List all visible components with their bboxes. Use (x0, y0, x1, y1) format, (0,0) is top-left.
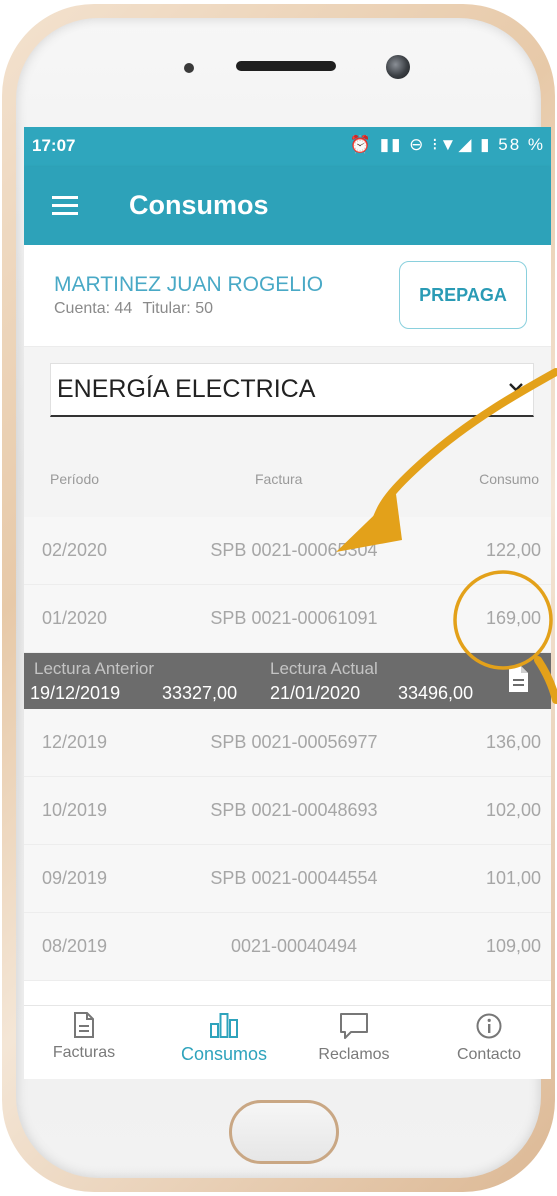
account-details: Cuenta: 44 Titular: 50 (54, 300, 219, 318)
nav-label: Reclamos (318, 1046, 390, 1063)
previous-reading-value: 33327,00 (162, 683, 238, 703)
chat-bubble-icon (340, 1013, 368, 1039)
prepaga-button[interactable]: PREPAGA (399, 261, 527, 329)
row-consumption: 122,00 (485, 540, 541, 560)
row-invoice: SPB 0021-00065304 (210, 540, 378, 560)
nav-facturas[interactable]: Facturas (24, 1012, 144, 1076)
row-invoice: 0021-00040494 (230, 936, 358, 956)
status-bar: 17:07 ⏰ ▮▮ ⊖ ⁝▼◢ ▮ 58 % (24, 127, 551, 167)
row-invoice: SPB 0021-00056977 (210, 732, 378, 752)
table-row[interactable]: 02/2020 SPB 0021-00065304 122,00 (24, 517, 551, 585)
nav-label: Contacto (456, 1046, 522, 1063)
row-period: 08/2019 (42, 936, 108, 956)
info-icon (476, 1013, 502, 1039)
row-invoice: SPB 0021-00048693 (210, 800, 378, 820)
row-period: 09/2019 (42, 868, 108, 888)
nav-contacto[interactable]: Contacto (429, 1012, 549, 1076)
service-dropdown[interactable]: ENERGÍA ELECTRICA (50, 363, 534, 417)
app-screen: 17:07 ⏰ ▮▮ ⊖ ⁝▼◢ ▮ 58 % Consumos MARTINE… (24, 127, 551, 1079)
bar-chart-icon (210, 1013, 238, 1038)
invoice-icon (74, 1012, 94, 1038)
front-camera (386, 55, 410, 79)
consumption-table: 02/2020 SPB 0021-00065304 122,00 01/2020… (24, 517, 551, 981)
nav-consumos[interactable]: Consumos (164, 1012, 284, 1076)
previous-reading-label: Lectura Anterior (34, 659, 155, 678)
row-period: 01/2020 (42, 608, 108, 628)
service-selected-value: ENERGÍA ELECTRICA (57, 375, 316, 403)
row-consumption: 102,00 (485, 800, 541, 820)
document-icon[interactable] (507, 665, 529, 693)
row-consumption: 136,00 (485, 732, 541, 752)
service-section: ENERGÍA ELECTRICA (24, 347, 551, 417)
account-header: MARTINEZ JUAN ROGELIO Cuenta: 44 Titular… (24, 245, 551, 347)
column-header-consumption: Consumo (479, 471, 539, 487)
row-consumption: 101,00 (485, 868, 541, 888)
current-reading-label: Lectura Actual (270, 659, 378, 678)
page-title: Consumos (129, 190, 269, 220)
column-header-invoice: Factura (255, 471, 303, 487)
current-reading-date: 21/01/2020 (270, 683, 361, 703)
account-holder-name: MARTINEZ JUAN ROGELIO (54, 273, 324, 296)
chevron-down-icon (509, 383, 523, 392)
bottom-navigation: Facturas Consumos Reclamos Contacto (24, 1005, 551, 1079)
table-row[interactable]: 10/2019 SPB 0021-00048693 102,00 (24, 777, 551, 845)
table-row[interactable]: 12/2019 SPB 0021-00056977 136,00 (24, 709, 551, 777)
holder-number: Titular: 50 (142, 300, 213, 317)
row-consumption: 109,00 (485, 936, 541, 956)
table-row[interactable]: 01/2020 SPB 0021-00061091 169,00 (24, 585, 551, 653)
row-period: 02/2020 (42, 540, 108, 560)
table-header: Período Factura Consumo (24, 417, 551, 517)
nav-reclamos[interactable]: Reclamos (294, 1012, 414, 1076)
column-header-period: Período (50, 471, 100, 487)
row-invoice: SPB 0021-00061091 (210, 608, 378, 628)
table-row[interactable]: 09/2019 SPB 0021-00044554 101,00 (24, 845, 551, 913)
row-consumption: 169,00 (485, 608, 541, 628)
app-bar: Consumos (24, 167, 551, 245)
account-number: Cuenta: 44 (54, 300, 133, 317)
reading-detail-panel: Lectura Anterior Lectura Actual 19/12/20… (24, 653, 551, 709)
row-period: 10/2019 (42, 800, 108, 820)
row-period: 12/2019 (42, 732, 108, 752)
row-invoice: SPB 0021-00044554 (210, 868, 378, 888)
table-row[interactable]: 08/2019 0021-00040494 109,00 (24, 913, 551, 981)
nav-label: Facturas (52, 1044, 116, 1061)
earpiece-speaker (236, 61, 336, 71)
previous-reading-date: 19/12/2019 (30, 683, 121, 703)
sensor-dot (184, 63, 194, 73)
menu-icon[interactable] (52, 196, 78, 216)
current-reading-value: 33496,00 (398, 683, 474, 703)
status-time: 17:07 (32, 136, 76, 155)
status-icons: ⏰ ▮▮ ⊖ ⁝▼◢ ▮ 58 % (349, 135, 545, 154)
nav-label: Consumos (180, 1044, 268, 1064)
home-button[interactable] (229, 1100, 339, 1164)
